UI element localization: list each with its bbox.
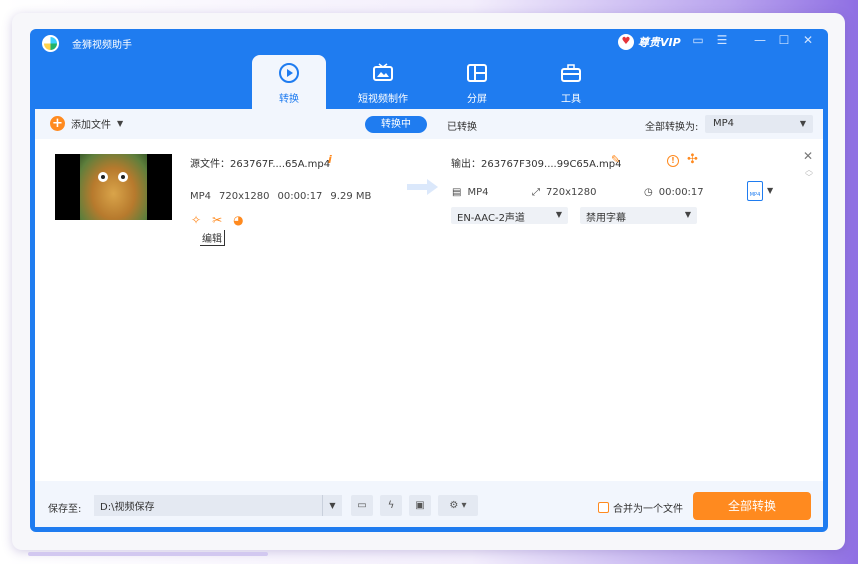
tab-converting[interactable]: 转换中 [365,116,427,133]
remove-file-button[interactable]: ✕ [803,149,813,163]
vip-button[interactable]: ♥ 尊贵VIP [618,34,681,50]
file-item: 源文件：263767F....65A.mp4 i MP4 720x1280 00… [35,145,823,247]
palette-icon[interactable]: ◕ [233,213,243,227]
chevron-down-icon[interactable]: ▼ [322,495,342,516]
move-down-icon[interactable]: ﹀ [805,172,813,183]
vip-crown-icon: ♥ [618,34,634,50]
thumbnail-eye-right [118,172,128,182]
merge-checkbox[interactable] [598,502,609,513]
subtitle-value: 禁用字幕 [586,213,626,224]
tab-convert-label: 转换 [279,94,299,105]
save-to-label: 保存至: [48,504,82,515]
chevron-down-icon[interactable]: ▼ [117,119,123,128]
merge-label: 合并为一个文件 [613,504,683,515]
gpu-on-icon[interactable]: ▣ [409,495,431,516]
title-bar: 金狮视频助手 ♥ 尊贵VIP ▭ ☰ — ☐ ✕ [30,29,828,57]
source-size: 9.29 MB [330,191,372,202]
add-icon: + [50,116,65,131]
minimize-button[interactable]: — [752,33,768,47]
magic-wand-icon[interactable]: ✧ [191,213,201,227]
audio-track-value: EN-AAC-2声道 [457,213,525,224]
vip-label: 尊贵VIP [638,36,681,49]
output-format: ▤ MP4 [452,187,488,198]
save-path-input[interactable] [94,495,342,516]
thumbnail-image [80,154,147,220]
add-file-label: 添加文件 [71,120,111,131]
source-resolution: 720x1280 [219,191,270,202]
output-format-text: MP4 [467,187,489,198]
video-thumbnail[interactable] [55,154,172,220]
chevron-down-icon: ▼ [555,210,562,219]
tab-short-video-label: 短视频制作 [358,94,408,105]
output-duration: ◷ 00:00:17 [644,187,704,198]
app-logo-icon [42,35,59,52]
bottom-bar: 保存至: ▼ ▭ ϟ ▣ ⚙ ▾ 合并为一个文件 全部转换 [35,481,823,527]
clock-icon: ◷ [644,187,653,198]
output-format-value: MP4 [713,118,735,129]
output-format-select[interactable]: MP4 ▼ [705,115,813,133]
expand-icon: ⤢ [532,187,540,198]
pencil-icon[interactable]: ✎ [611,153,620,166]
edit-tooltip: 编辑 [200,230,225,246]
source-meta: MP4 720x1280 00:00:17 9.29 MB [190,191,371,202]
tab-convert[interactable]: 转换 [252,55,326,109]
app-window: 金狮视频助手 ♥ 尊贵VIP ▭ ☰ — ☐ ✕ 转换 短视频制作 分屏 工具 … [30,29,828,532]
settings-button[interactable]: ⚙ ▾ [438,495,478,516]
output-resolution: ⤢ 720x1280 [532,187,596,198]
chevron-down-icon[interactable]: ▼ [767,186,773,195]
output-crop-icon[interactable]: ✣ [687,152,698,167]
toolbox-icon [561,64,581,82]
tab-short-video[interactable]: 短视频制作 [346,55,420,109]
convert-all-to-label: 全部转换为: [645,122,699,133]
source-file-name: 源文件：263767F....65A.mp4 [190,159,331,170]
mp4-file-icon[interactable]: MP4 [747,181,763,201]
tab-tools[interactable]: 工具 [534,55,608,109]
feedback-icon[interactable]: ▭ [690,33,706,47]
output-resolution-text: 720x1280 [546,187,597,198]
arrow-right-icon [407,179,438,195]
output-file-name: 输出：263767F309....99C65A.mp4 [451,159,622,170]
source-format: MP4 [190,191,212,202]
folder-icon[interactable]: ▭ [351,495,373,516]
maximize-button[interactable]: ☐ [776,33,792,47]
chevron-down-icon: ▼ [799,119,806,128]
menu-icon[interactable]: ☰ [714,33,730,47]
scissors-icon[interactable]: ✂ [212,213,222,227]
tab-tools-label: 工具 [561,94,581,105]
split-screen-icon [467,64,487,82]
add-file-button[interactable]: + 添加文件 ▼ [50,116,123,131]
tab-split-screen[interactable]: 分屏 [440,55,514,109]
subtitle-select[interactable]: 禁用字幕 ▼ [580,207,697,224]
tab-split-screen-label: 分屏 [467,94,487,105]
film-icon: ▤ [452,187,462,198]
convert-all-button[interactable]: 全部转换 [693,492,811,520]
output-info-icon[interactable]: ! [667,155,679,167]
edit-tools: ✧ ✂ ◕ [191,213,244,227]
app-title: 金狮视频助手 [72,40,132,51]
hardware-acceleration-off-icon[interactable]: ϟ [380,495,402,516]
chevron-down-icon: ▼ [684,210,691,219]
convert-icon [279,63,299,83]
tv-icon [373,63,393,81]
thumbnail-eye-left [98,172,108,182]
audio-track-select[interactable]: EN-AAC-2声道 ▼ [451,207,568,224]
main-content: + 添加文件 ▼ 转换中 已转换 全部转换为: MP4 ▼ 源文件：263767… [35,109,823,527]
output-duration-text: 00:00:17 [658,187,704,198]
tab-converted[interactable]: 已转换 [447,118,477,133]
merge-option[interactable]: 合并为一个文件 [598,500,683,515]
info-icon[interactable]: i [328,153,332,166]
horizontal-scrollbar[interactable] [28,552,268,556]
close-window-button[interactable]: ✕ [800,33,816,47]
file-toolbar: + 添加文件 ▼ 转换中 已转换 全部转换为: MP4 ▼ [35,109,823,139]
main-tabs: 转换 短视频制作 分屏 工具 [252,55,628,109]
source-duration: 00:00:17 [277,191,323,202]
